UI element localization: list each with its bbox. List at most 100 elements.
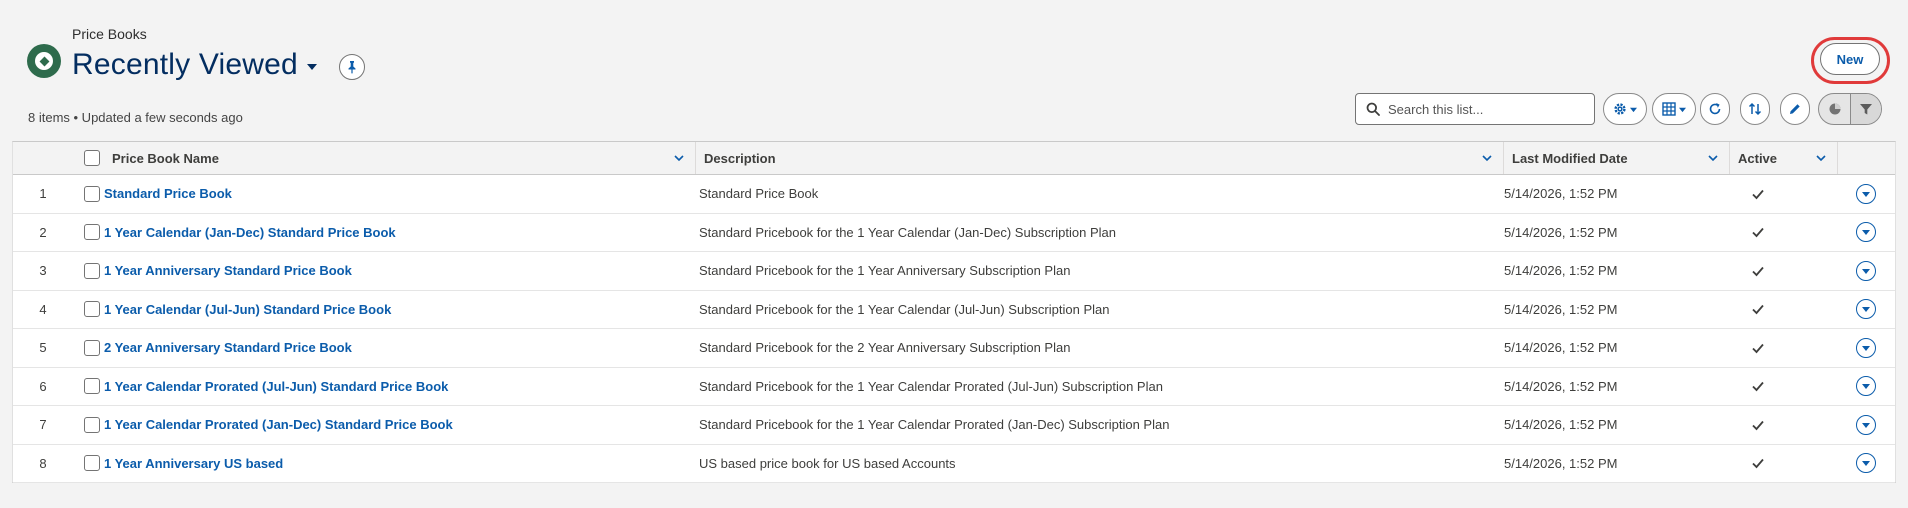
description-cell: Standard Pricebook for the 2 Year Annive…	[699, 340, 1071, 356]
checkmark-icon	[1752, 459, 1764, 469]
search-list-field[interactable]	[1355, 93, 1595, 125]
chevron-down-icon	[1862, 345, 1870, 351]
row-action-menu-button[interactable]	[1856, 183, 1876, 204]
row-checkbox[interactable]	[84, 378, 100, 395]
chevron-down-icon	[1862, 268, 1870, 274]
row-action-cell	[1851, 445, 1881, 483]
active-cell	[1738, 329, 1778, 367]
chart-button[interactable]	[1819, 94, 1850, 124]
list-view-picker-icon[interactable]	[305, 60, 319, 74]
chevron-down-icon[interactable]	[1481, 152, 1493, 164]
column-header-last-modified-date[interactable]: Last Modified Date	[1504, 142, 1730, 174]
sort-icon	[1748, 102, 1762, 116]
row-action-menu-button[interactable]	[1856, 222, 1876, 243]
table-row: 8 1 Year Anniversary US based US based p…	[13, 445, 1895, 483]
table-row: 4 1 Year Calendar (Jul-Jun) Standard Pri…	[13, 291, 1895, 329]
column-header-description[interactable]: Description	[696, 142, 1504, 174]
chevron-down-icon[interactable]	[673, 152, 685, 164]
row-number: 6	[39, 378, 47, 394]
price-book-name-link[interactable]: 1 Year Calendar (Jan-Dec) Standard Price…	[104, 214, 694, 252]
price-book-name-link[interactable]: Standard Price Book	[104, 175, 694, 213]
row-checkbox[interactable]	[84, 224, 100, 241]
select-all-checkbox[interactable]	[84, 150, 100, 166]
active-cell	[1738, 252, 1778, 290]
price-book-name-link[interactable]: 1 Year Calendar (Jul-Jun) Standard Price…	[104, 291, 694, 329]
pin-list-view-button[interactable]	[339, 54, 365, 80]
page-footer-space	[0, 483, 1908, 508]
description-cell: Standard Pricebook for the 1 Year Calend…	[699, 417, 1170, 433]
row-number: 4	[39, 301, 47, 317]
price-book-name-link[interactable]: 2 Year Anniversary Standard Price Book	[104, 329, 694, 367]
new-button[interactable]: New	[1820, 43, 1880, 75]
pin-icon	[348, 61, 356, 74]
row-action-menu-button[interactable]	[1856, 260, 1876, 281]
row-action-menu-button[interactable]	[1856, 376, 1876, 397]
price-book-name-link[interactable]: 1 Year Calendar Prorated (Jul-Jun) Stand…	[104, 368, 694, 406]
last-modified-cell: 5/14/2026, 1:52 PM	[1504, 340, 1618, 356]
row-number: 1	[39, 186, 47, 202]
row-action-menu-button[interactable]	[1856, 453, 1876, 474]
row-action-cell	[1851, 368, 1881, 406]
display-as-button[interactable]	[1652, 93, 1696, 125]
filter-button[interactable]	[1850, 94, 1881, 124]
active-cell	[1738, 445, 1778, 483]
column-label: Description	[704, 150, 776, 166]
row-number: 3	[39, 263, 47, 279]
row-number: 2	[39, 224, 47, 240]
row-checkbox[interactable]	[84, 455, 100, 472]
table-row: 3 1 Year Anniversary Standard Price Book…	[13, 252, 1895, 291]
chevron-down-icon	[1630, 107, 1637, 112]
table-row: 1 Standard Price Book Standard Price Boo…	[13, 175, 1895, 214]
row-checkbox[interactable]	[84, 416, 100, 433]
row-checkbox[interactable]	[84, 301, 100, 318]
table-icon	[1662, 102, 1676, 116]
list-view-header: Price Books Recently Viewed 8 items • Up…	[0, 0, 1908, 140]
description-cell: Standard Price Book	[699, 186, 819, 202]
chevron-down-icon[interactable]	[1815, 152, 1827, 164]
chevron-down-icon	[1862, 307, 1870, 313]
description-cell: Standard Pricebook for the 1 Year Calend…	[699, 224, 1116, 240]
description-cell: Standard Pricebook for the 1 Year Annive…	[699, 263, 1071, 279]
row-checkbox[interactable]	[84, 339, 100, 356]
row-action-cell	[1851, 252, 1881, 290]
edit-list-button[interactable]	[1780, 93, 1810, 125]
refresh-button[interactable]	[1700, 93, 1730, 125]
search-input[interactable]	[1388, 101, 1588, 117]
row-number: 8	[39, 455, 47, 471]
active-cell	[1738, 175, 1778, 213]
list-view-title[interactable]: Recently Viewed	[72, 48, 298, 82]
last-modified-cell: 5/14/2026, 1:52 PM	[1504, 378, 1618, 394]
row-checkbox[interactable]	[84, 262, 100, 279]
column-label: Active	[1738, 150, 1778, 166]
settings-icon	[1614, 103, 1626, 115]
price-book-name-link[interactable]: 1 Year Anniversary US based	[104, 445, 694, 483]
row-checkbox[interactable]	[84, 185, 100, 202]
last-modified-cell: 5/14/2026, 1:52 PM	[1504, 186, 1618, 202]
row-action-menu-button[interactable]	[1856, 414, 1876, 435]
last-modified-cell: 5/14/2026, 1:52 PM	[1504, 224, 1618, 240]
active-cell	[1738, 368, 1778, 406]
column-header-active[interactable]: Active	[1730, 142, 1838, 174]
chevron-down-icon	[1862, 191, 1870, 197]
checkmark-icon	[1752, 266, 1764, 277]
table-row: 2 1 Year Calendar (Jan-Dec) Standard Pri…	[13, 214, 1895, 252]
row-action-cell	[1851, 214, 1881, 252]
row-actions-header	[1838, 142, 1897, 174]
price-book-name-link[interactable]: 1 Year Calendar Prorated (Jan-Dec) Stand…	[104, 406, 694, 444]
column-header-price-book-name[interactable]: Price Book Name	[104, 142, 696, 174]
chevron-down-icon	[1862, 230, 1870, 236]
row-number-header	[13, 142, 73, 174]
description-cell: Standard Pricebook for the 1 Year Calend…	[699, 301, 1110, 317]
chevron-down-icon[interactable]	[1707, 152, 1719, 164]
row-action-menu-button[interactable]	[1856, 299, 1876, 320]
refresh-icon	[1709, 103, 1721, 115]
price-book-name-link[interactable]: 1 Year Anniversary Standard Price Book	[104, 252, 694, 290]
active-cell	[1738, 406, 1778, 444]
sort-button[interactable]	[1740, 93, 1770, 125]
table-row: 5 2 Year Anniversary Standard Price Book…	[13, 329, 1895, 368]
row-number: 5	[39, 340, 47, 356]
list-settings-button[interactable]	[1603, 93, 1647, 125]
checkmark-icon	[1752, 382, 1764, 392]
chart-filter-toggle[interactable]	[1818, 93, 1882, 125]
row-action-menu-button[interactable]	[1856, 337, 1876, 358]
